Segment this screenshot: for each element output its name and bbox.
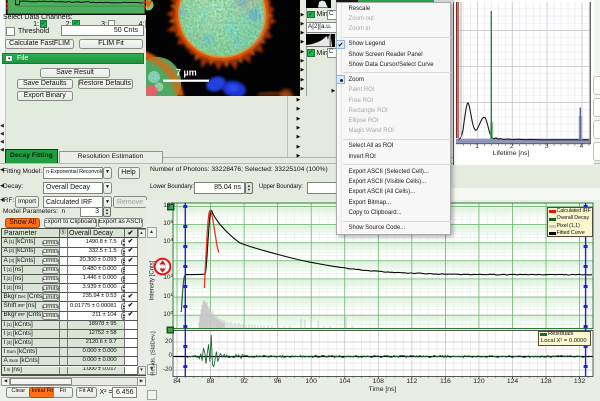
svg-text:7 µm: 7 µm [176,68,197,78]
